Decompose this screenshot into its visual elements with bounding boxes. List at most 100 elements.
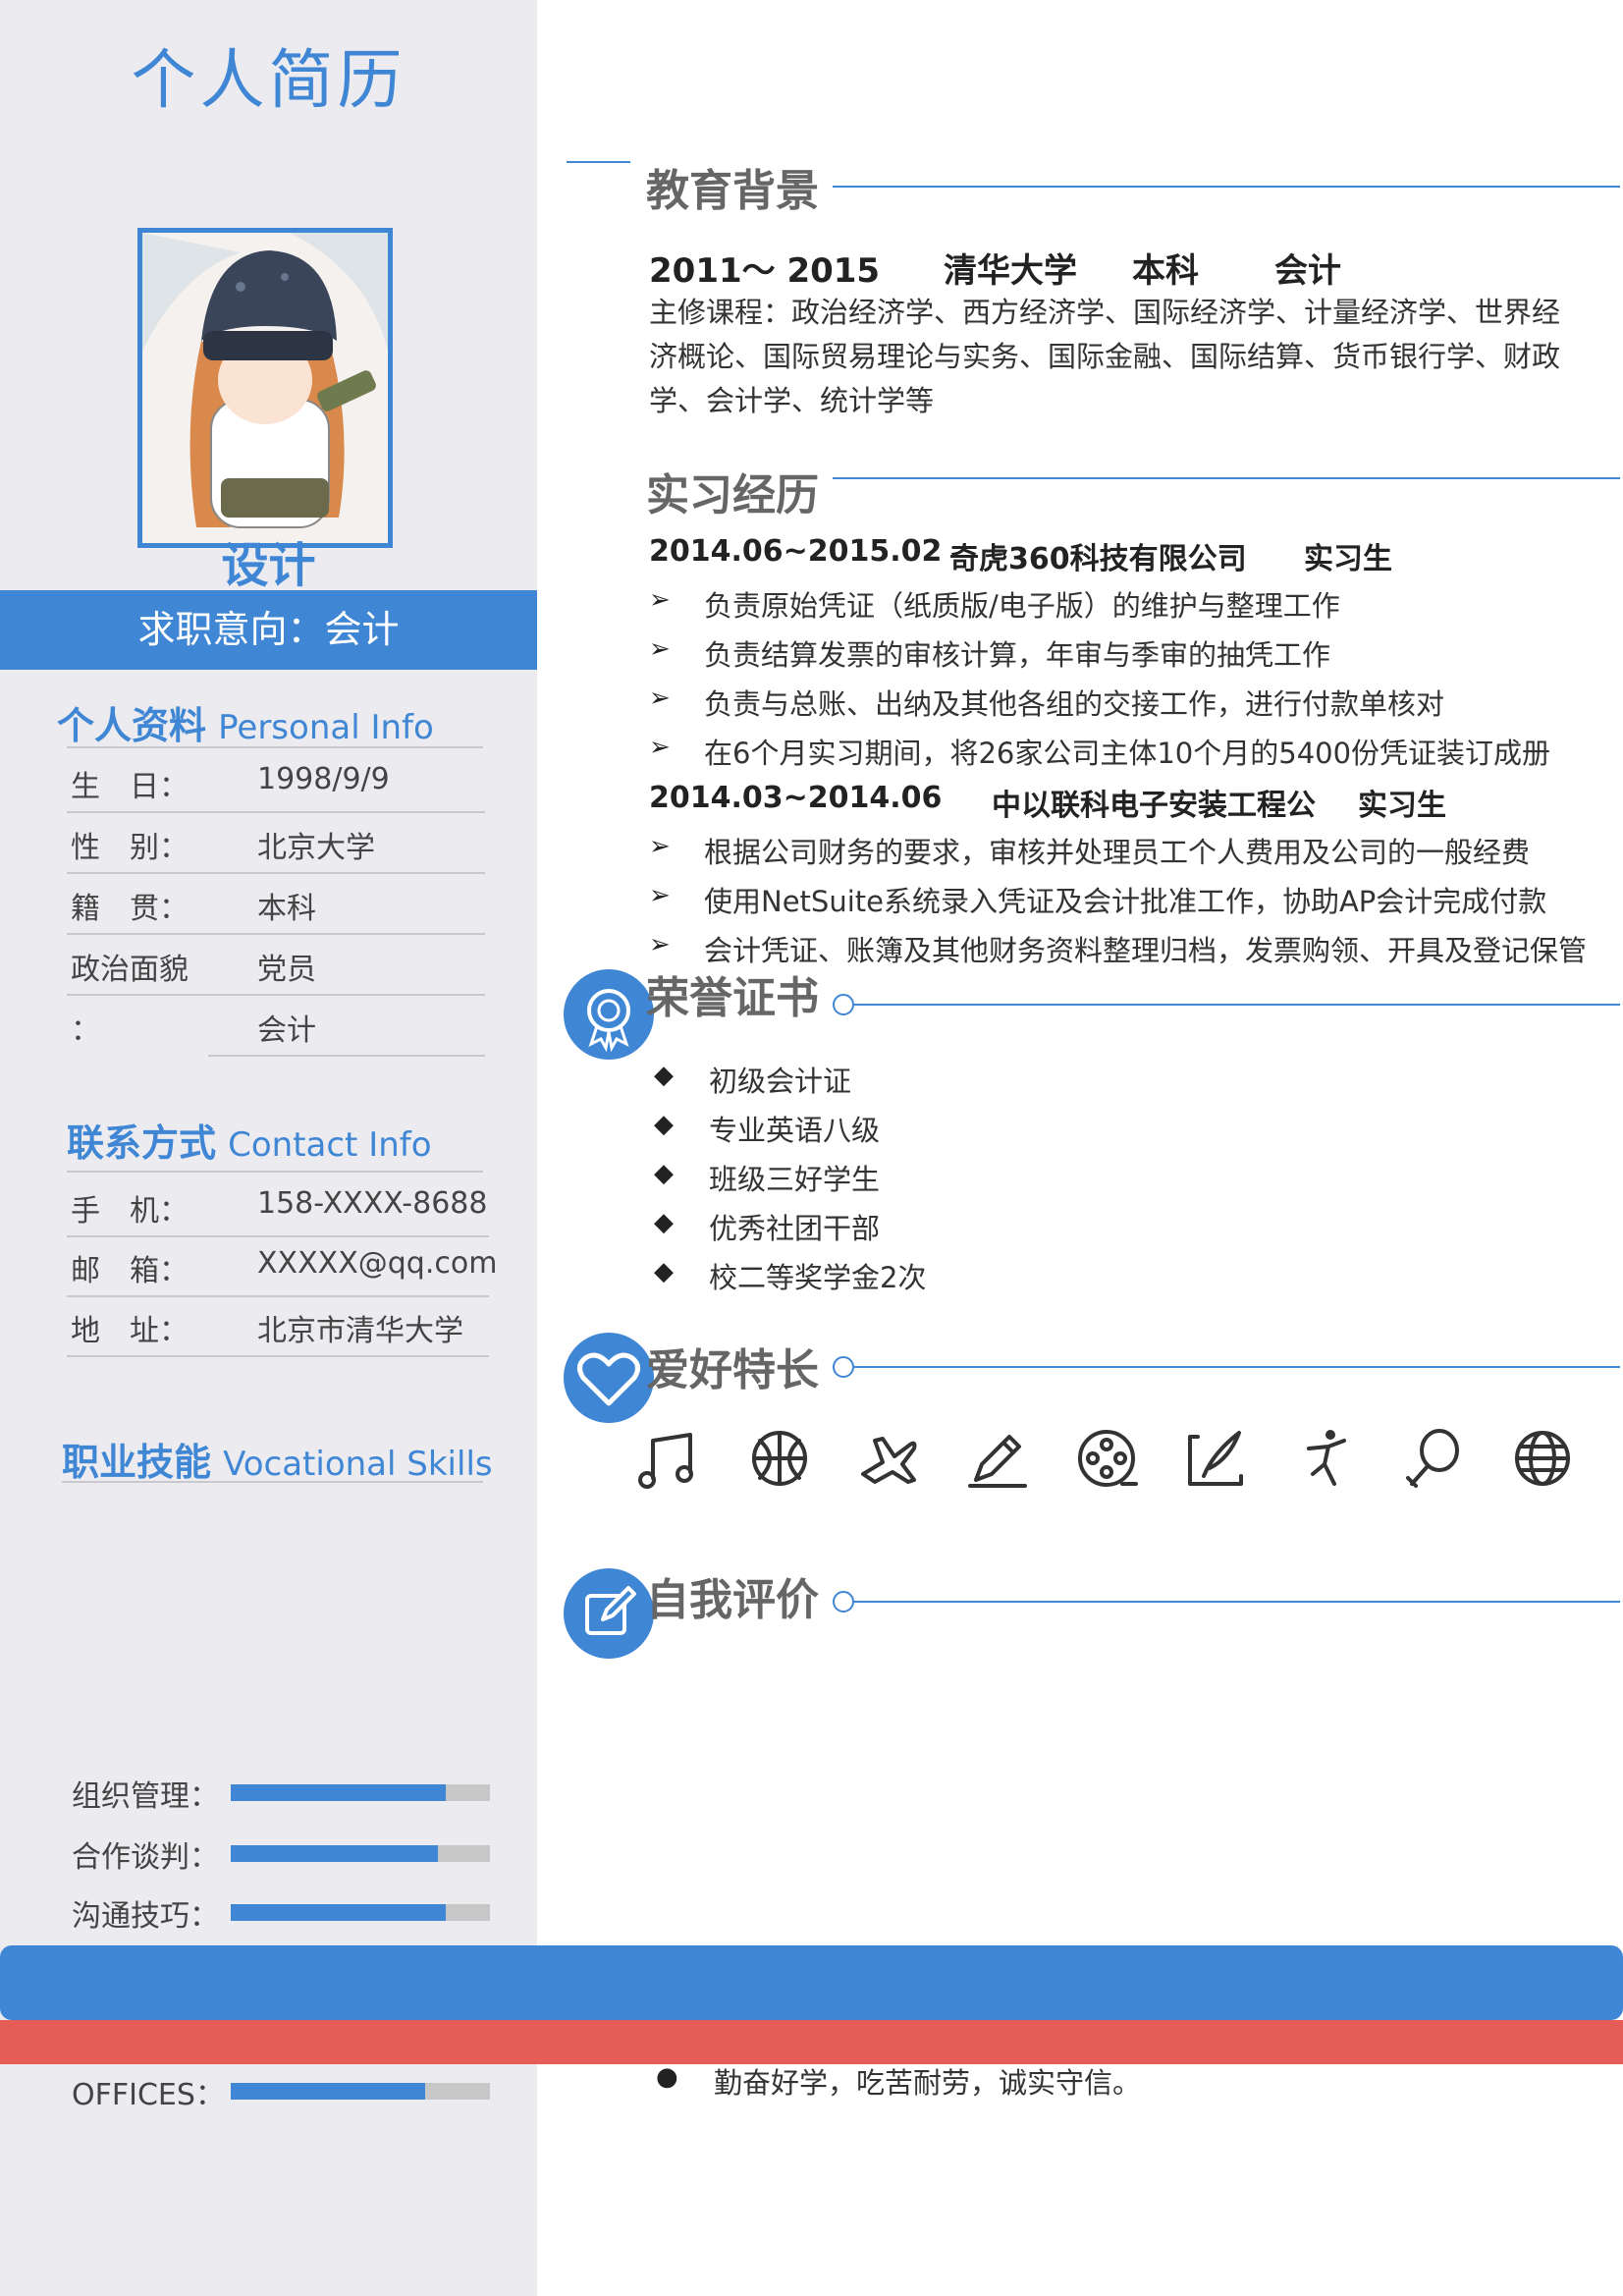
skill-label: 合作谈判： (72, 1840, 219, 1875)
education-major: 会计 (1274, 251, 1341, 291)
award-icon (587, 989, 630, 1053)
film-reel-icon (1071, 1423, 1142, 1494)
self-eval-item: 勤奋好学，吃苦耐劳，诚实守信。 (714, 2066, 1142, 2100)
job-role: 实习生 (1304, 542, 1392, 576)
job-intent: 求职意向：会计 (137, 608, 400, 651)
job-company: 奇虎360科技有限公司 (949, 542, 1247, 576)
info-value: 党员 (257, 953, 316, 987)
basketball-icon (744, 1423, 815, 1494)
arrow-bullet-icon: ➢ (649, 930, 671, 959)
honor-item: 专业英语八级 (709, 1114, 881, 1147)
arrow-bullet-icon: ➢ (649, 634, 671, 664)
self-eval-icon-circle (564, 1568, 654, 1659)
divider (62, 1481, 483, 1483)
timeline-dot (833, 1591, 854, 1613)
personal-info-heading-cn: 个人资料 (57, 704, 207, 747)
music-icon (635, 1423, 706, 1494)
self-eval-rule (854, 1601, 1620, 1603)
education-rule (833, 186, 1620, 188)
dot-bullet-icon: ● (656, 2062, 678, 2092)
personal-info-heading-en: Personal Info (218, 708, 434, 747)
job-duty: 会计凭证、账簿及其他财务资料整理归档，发票购领、开具及登记保管 (704, 934, 1588, 967)
education-school: 清华大学 (944, 251, 1077, 291)
pen-icon (962, 1423, 1033, 1494)
divider (67, 1295, 489, 1297)
contact-value: 158-XXXX-8688 (257, 1186, 488, 1221)
contact-label: 邮 箱： (71, 1254, 189, 1288)
arrow-bullet-icon: ➢ (649, 733, 671, 762)
honors-icon-circle (564, 969, 654, 1060)
info-label: 生 日： (71, 770, 189, 804)
heart-icon (577, 1352, 640, 1406)
self-eval-heading: 自我评价 (646, 1575, 819, 1625)
page-title: 个人简历 (131, 42, 406, 118)
education-years: 2011～ 2015 (649, 251, 881, 291)
divider (67, 1235, 489, 1237)
info-value: 会计 (257, 1013, 316, 1048)
diamond-bullet-icon: ◆ (654, 1208, 674, 1237)
honor-item: 初级会计证 (709, 1065, 852, 1098)
divider (67, 1355, 489, 1357)
job-duty: 负责与总账、出纳及其他各组的交接工作，进行付款单核对 (704, 687, 1445, 721)
arrow-bullet-icon: ➢ (649, 585, 671, 615)
job-period: 2014.03~2014.06 (649, 781, 943, 815)
writing-icon (1180, 1423, 1251, 1494)
divider (67, 1171, 483, 1173)
skill-label: 组织管理： (72, 1779, 219, 1814)
personal-info-heading: 个人资料 Personal Info (57, 695, 434, 749)
job-period: 2014.06~2015.02 (649, 534, 943, 569)
divider (67, 872, 485, 874)
airplane-icon (853, 1423, 924, 1494)
contact-label: 手 机： (71, 1194, 189, 1229)
divider (67, 994, 485, 996)
job-duty: 负责原始凭证（纸质版/电子版）的维护与整理工作 (704, 589, 1340, 623)
arrow-bullet-icon: ➢ (649, 881, 671, 910)
skill-level-bar (231, 2083, 425, 2100)
hobbies-rule (854, 1366, 1620, 1368)
diamond-bullet-icon: ◆ (654, 1061, 674, 1090)
divider (67, 746, 483, 748)
divider (67, 933, 485, 935)
timeline-dot (833, 1356, 854, 1378)
decorative-band-blue (0, 1945, 1623, 2020)
job-role: 实习生 (1358, 789, 1446, 823)
divider (208, 1055, 485, 1057)
hobbies-heading: 爱好特长 (646, 1345, 819, 1395)
info-label: ： (71, 1013, 100, 1048)
decorative-band-red (0, 2020, 1623, 2064)
job-company: 中以联科电子安装工程公 (992, 789, 1316, 823)
education-courses: 主修课程：政治经济学、西方经济学、国际经济学、计量经济学、世界经济概论、国际贸易… (649, 296, 1561, 417)
info-value: 1998/9/9 (257, 762, 390, 796)
skill-level-bar (231, 1845, 438, 1862)
contact-value: 北京市清华大学 (257, 1314, 463, 1348)
edit-icon (585, 1586, 636, 1635)
diamond-bullet-icon: ◆ (654, 1159, 674, 1188)
info-label: 政治面貌 (71, 953, 189, 987)
skill-level-bar (231, 1904, 446, 1921)
globe-icon (1507, 1423, 1578, 1494)
profile-photo (137, 228, 393, 548)
internship-heading: 实习经历 (646, 470, 819, 520)
contact-info-heading-en: Contact Info (228, 1125, 432, 1165)
badminton-icon (1398, 1423, 1469, 1494)
education-heading: 教育背景 (646, 166, 819, 216)
arrow-bullet-icon: ➢ (649, 683, 671, 713)
diamond-bullet-icon: ◆ (654, 1257, 674, 1286)
contact-label: 地 址： (71, 1314, 189, 1348)
skill-level-bar (231, 1784, 446, 1801)
job-duty: 负责结算发票的审核计算，年审与季审的抽凭工作 (704, 638, 1331, 672)
dance-icon (1289, 1423, 1360, 1494)
diamond-bullet-icon: ◆ (654, 1110, 674, 1139)
info-value: 本科 (257, 892, 316, 926)
timeline-dot (833, 994, 854, 1015)
internship-rule (833, 477, 1620, 479)
info-label: 性 别： (71, 831, 189, 865)
honors-rule (854, 1004, 1620, 1006)
contact-info-heading-cn: 联系方式 (67, 1121, 217, 1165)
education-degree: 本科 (1132, 251, 1199, 291)
info-label: 籍 贯： (71, 892, 189, 926)
job-duty: 根据公司财务的要求，审核并处理员工个人费用及公司的一般经费 (704, 836, 1531, 869)
hobbies-icon-circle (564, 1333, 654, 1423)
contact-info-heading: 联系方式 Contact Info (67, 1113, 432, 1167)
honor-item: 优秀社团干部 (709, 1212, 881, 1245)
